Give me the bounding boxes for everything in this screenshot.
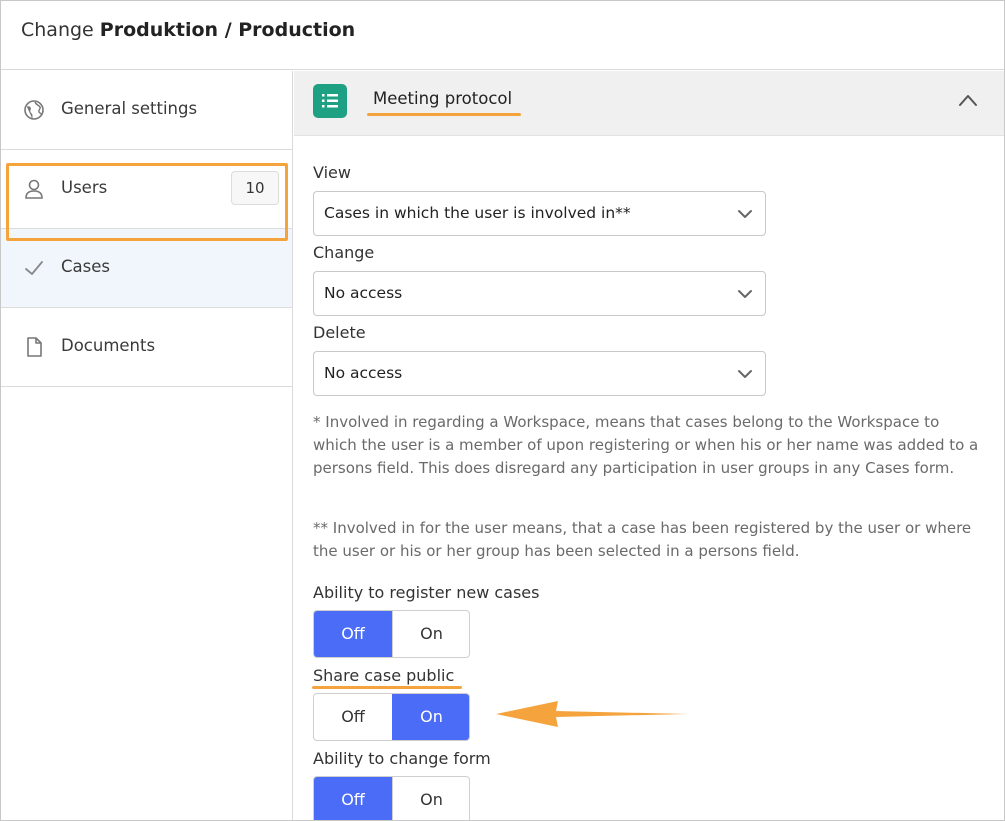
sidebar: General settings Users 10 Cases Document… <box>1 71 293 820</box>
change-form-label: Ability to change form <box>313 749 491 768</box>
share-case-public-label: Share case public <box>313 666 455 685</box>
delete-label: Delete <box>313 323 366 342</box>
change-form-off-button[interactable]: Off <box>314 777 392 820</box>
chevron-up-icon[interactable] <box>957 92 979 108</box>
chevron-down-icon <box>738 370 752 378</box>
sidebar-item-label: Users <box>61 178 108 197</box>
view-label: View <box>313 163 351 182</box>
chevron-down-icon <box>738 210 752 218</box>
document-icon <box>27 337 42 357</box>
register-cases-toggle: Off On <box>313 610 470 658</box>
globe-icon <box>24 100 44 120</box>
user-icon <box>25 179 43 199</box>
sidebar-item-general-settings[interactable]: General settings <box>1 71 292 150</box>
sidebar-item-label: Cases <box>61 257 110 276</box>
sidebar-item-cases[interactable]: Cases <box>1 229 292 308</box>
section-title-highlight <box>367 113 521 116</box>
sidebar-item-label: Documents <box>61 336 156 355</box>
involved-user-note: ** Involved in for the user means, that … <box>313 519 972 560</box>
page-title: Change Produktion / Production <box>21 19 355 41</box>
delete-select-value: No access <box>324 364 403 382</box>
change-form-on-button[interactable]: On <box>392 777 469 820</box>
register-cases-off-button[interactable]: Off <box>314 611 392 657</box>
share-case-public-off-button[interactable]: Off <box>314 694 392 740</box>
change-select[interactable]: No access <box>313 271 766 316</box>
sidebar-item-documents[interactable]: Documents <box>1 308 292 387</box>
main-panel: Meeting protocol View Cases in which the… <box>294 71 1004 820</box>
sidebar-item-label: General settings <box>61 99 198 118</box>
share-case-public-highlight <box>312 686 462 689</box>
change-select-value: No access <box>324 284 403 302</box>
page-title-bold: Produktion / Production <box>99 19 356 41</box>
sidebar-item-users[interactable]: Users 10 <box>1 150 292 229</box>
change-label: Change <box>313 243 375 262</box>
change-form-toggle: Off On <box>313 776 470 820</box>
share-case-public-toggle: Off On <box>313 693 470 741</box>
section-title: Meeting protocol <box>373 89 513 108</box>
involved-workspace-note: * Involved in regarding a Workspace, mea… <box>313 413 979 477</box>
delete-select[interactable]: No access <box>313 351 766 396</box>
view-select[interactable]: Cases in which the user is involved in** <box>313 191 766 236</box>
register-cases-on-button[interactable]: On <box>392 611 469 657</box>
share-case-public-on-button[interactable]: On <box>392 694 469 740</box>
arrow-left-icon <box>496 701 688 727</box>
users-count-badge: 10 <box>231 171 279 205</box>
section-header[interactable]: Meeting protocol <box>294 71 1004 136</box>
page-title-prefix: Change <box>21 19 94 41</box>
register-cases-label: Ability to register new cases <box>313 583 540 602</box>
check-icon <box>25 261 43 275</box>
header: Change Produktion / Production <box>1 1 1004 70</box>
view-select-value: Cases in which the user is involved in** <box>324 204 631 222</box>
chevron-down-icon <box>738 290 752 298</box>
window-frame: Change Produktion / Production General s… <box>0 0 1005 821</box>
list-icon <box>313 84 347 118</box>
